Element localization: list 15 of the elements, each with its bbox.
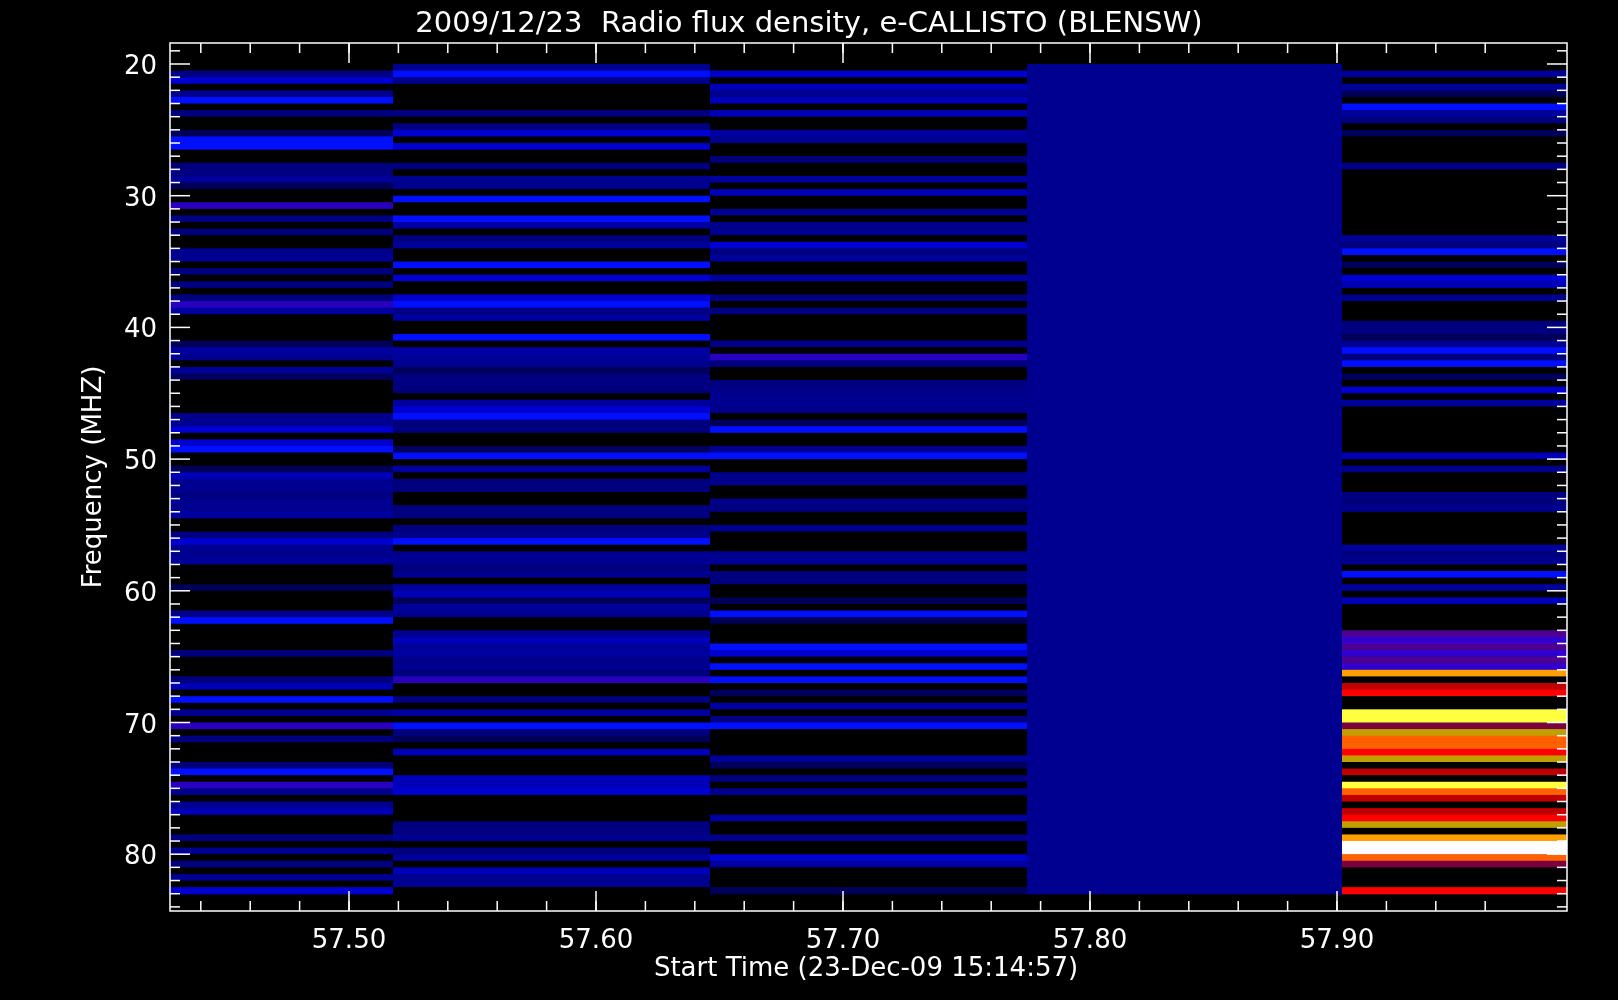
x-tick-label: 57.80	[1052, 924, 1128, 954]
x-axis-label: Start Time (23-Dec-09 15:14:57)	[653, 952, 1079, 982]
y-tick-label: 80	[123, 840, 157, 871]
y-tick-label: 50	[123, 445, 157, 476]
x-tick-label: 57.50	[311, 924, 387, 954]
x-tick-label: 57.70	[805, 924, 881, 954]
x-tick-label: 57.90	[1299, 924, 1375, 954]
y-tick-label: 20	[123, 50, 157, 80]
y-tick-label: 30	[123, 181, 157, 212]
chart-title: 2009/12/23 Radio flux density, e-CALLISTO (BLENSW)	[415, 5, 1203, 39]
y-tick-label: 70	[123, 708, 157, 739]
x-tick-label: 57.60	[558, 924, 634, 954]
y-tick-label: 60	[123, 576, 157, 607]
y-tick-label: 40	[123, 313, 157, 344]
y-axis-label: Frequency (MHZ)	[77, 365, 107, 589]
